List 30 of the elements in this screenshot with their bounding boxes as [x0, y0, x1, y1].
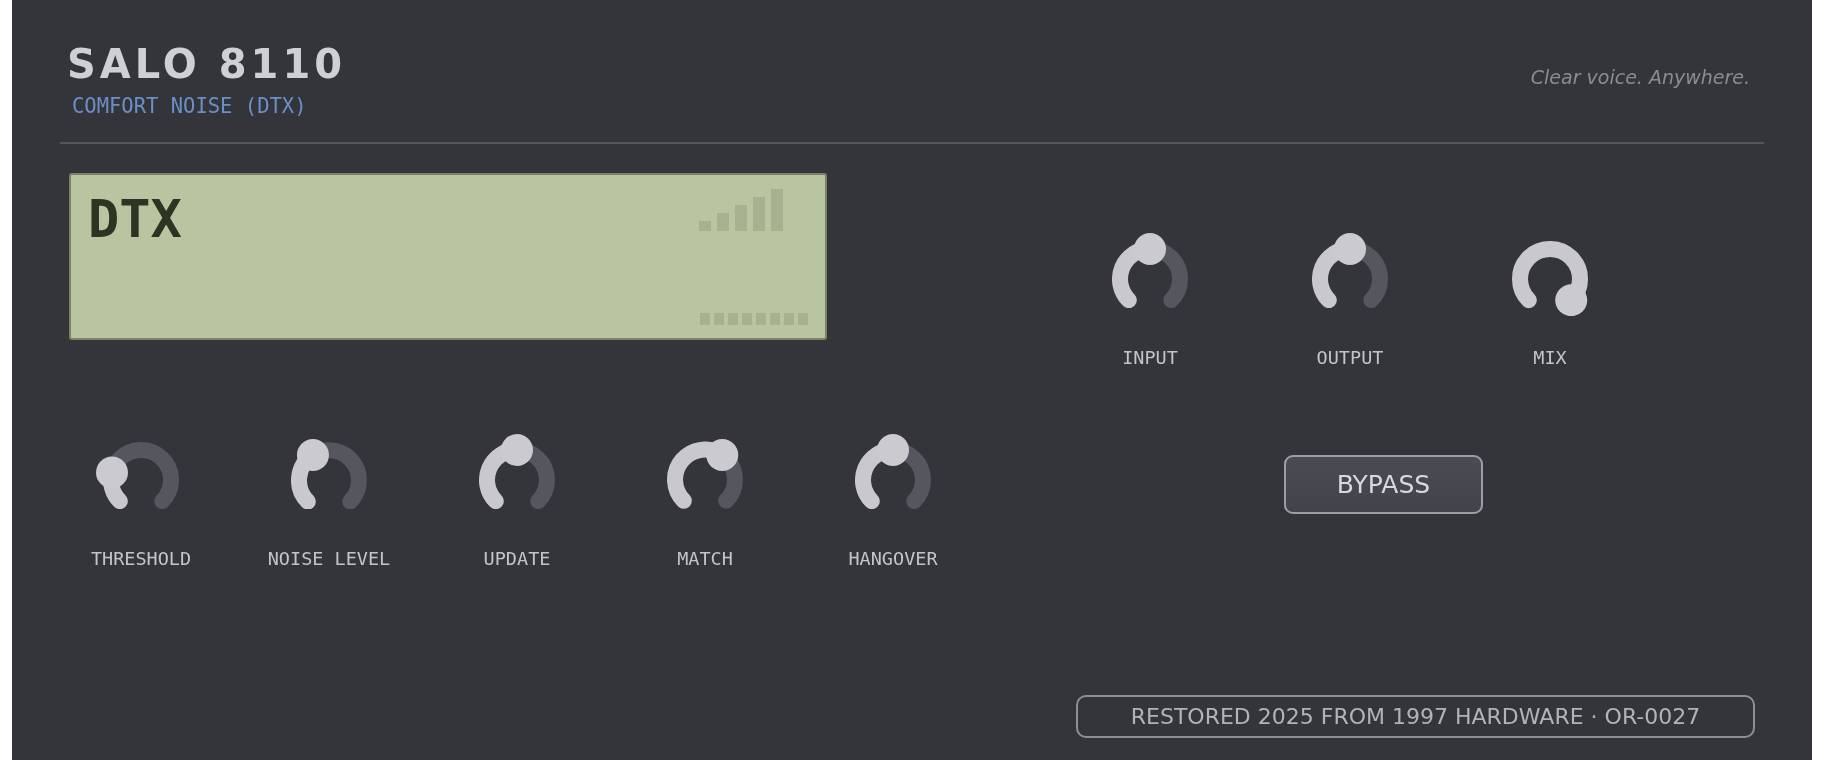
bypass-button[interactable]: BYPASS — [1284, 455, 1483, 514]
rotary-knob[interactable] — [291, 438, 367, 510]
knob-label: NOISE LEVEL — [267, 548, 391, 570]
rotary-knob[interactable] — [1312, 233, 1388, 309]
lcd-text: DTX — [88, 189, 182, 249]
restoration-badge: RESTORED 2025 FROM 1997 HARDWARE · OR-0027 — [1076, 695, 1755, 738]
knob-label: HANGOVER — [848, 548, 938, 570]
knob-thumb[interactable] — [95, 456, 128, 489]
knob-label: THRESHOLD — [90, 548, 192, 570]
rotary-knob[interactable] — [855, 434, 931, 510]
rotary-knob[interactable] — [95, 442, 179, 510]
knob-thumb[interactable] — [1555, 284, 1588, 317]
knob-thumb[interactable] — [296, 438, 329, 471]
knob-label: UPDATE — [483, 548, 551, 570]
rotary-knob[interactable] — [1112, 233, 1188, 309]
knob-thumb[interactable] — [1134, 233, 1166, 265]
rotary-knob[interactable] — [667, 439, 743, 510]
rotary-knob[interactable] — [1512, 241, 1588, 317]
knob-label: MIX — [1533, 347, 1567, 369]
rotary-knob[interactable] — [479, 434, 555, 510]
knob-thumb[interactable] — [501, 434, 533, 466]
knob-label: OUTPUT — [1316, 347, 1384, 369]
knob-thumb[interactable] — [706, 439, 739, 472]
device-title: SALO 8110 — [67, 40, 347, 88]
knob-label: INPUT — [1122, 347, 1178, 369]
knob-thumb[interactable] — [877, 434, 909, 466]
mode-subtitle: COMFORT NOISE (DTX) — [72, 94, 308, 118]
knob-thumb[interactable] — [1334, 233, 1366, 265]
knob-label: MATCH — [677, 548, 733, 570]
tagline: Clear voice. Anywhere. — [1530, 65, 1750, 89]
